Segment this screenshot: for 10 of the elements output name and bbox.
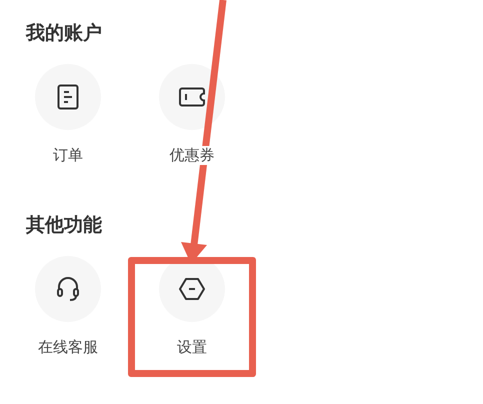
ticket-icon xyxy=(179,87,205,107)
item-label: 设置 xyxy=(177,338,207,357)
item-label: 在线客服 xyxy=(38,338,98,357)
headset-icon xyxy=(56,276,80,302)
section-title: 其他功能 xyxy=(26,213,103,237)
document-icon xyxy=(57,84,79,110)
settings-icon xyxy=(178,277,206,301)
section-title: 我的账户 xyxy=(26,21,103,45)
item-label: 订单 xyxy=(53,146,83,165)
item-label: 优惠券 xyxy=(170,146,214,165)
